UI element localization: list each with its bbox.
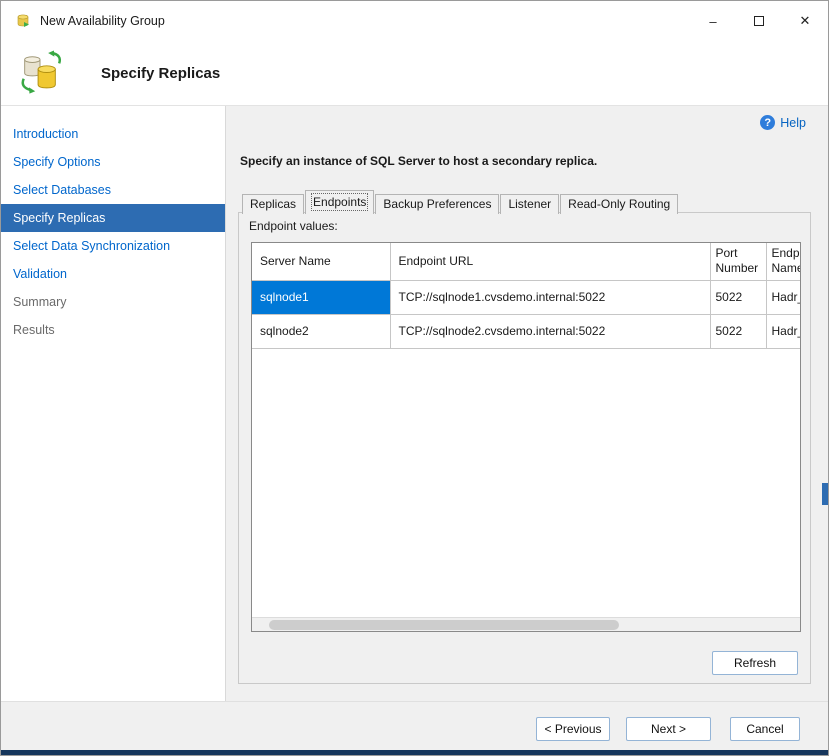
maximize-icon [754, 16, 764, 26]
cell-port-number[interactable]: 5022 [710, 314, 766, 348]
title-bar: New Availability Group – ✕ [1, 1, 828, 41]
sidebar-item-specify-replicas[interactable]: Specify Replicas [1, 204, 225, 232]
refresh-button[interactable]: Refresh [712, 651, 798, 675]
cell-endpoint-url[interactable]: TCP://sqlnode1.cvsdemo.internal:5022 [390, 280, 710, 314]
new-availability-group-window: New Availability Group – ✕ Specify Repli… [0, 0, 829, 756]
tab-read-only-routing[interactable]: Read-Only Routing [560, 194, 678, 214]
endpoints-tab-page: Endpoint values: Server Name Endpoint UR… [238, 212, 811, 684]
window-edge-accent [822, 483, 828, 505]
grid-header-row: Server Name Endpoint URL Port Number End… [252, 243, 801, 280]
table-row-sqlnode2[interactable]: sqlnode2 TCP://sqlnode2.cvsdemo.internal… [252, 314, 801, 348]
next-button[interactable]: Next > [626, 717, 711, 741]
close-button[interactable]: ✕ [782, 1, 828, 41]
previous-button[interactable]: < Previous [536, 717, 610, 741]
table-row-sqlnode1[interactable]: sqlnode1 TCP://sqlnode1.cvsdemo.internal… [252, 280, 801, 314]
column-header-server-name[interactable]: Server Name [252, 243, 390, 280]
availability-group-icon [17, 50, 63, 96]
sidebar-item-results: Results [1, 316, 225, 344]
tab-strip: Replicas Endpoints Backup Preferences Li… [242, 190, 679, 214]
wizard-header: Specify Replicas [1, 41, 828, 106]
window-bottom-border [1, 750, 828, 755]
minimize-icon: – [709, 14, 716, 29]
cell-server-name[interactable]: sqlnode2 [252, 314, 390, 348]
sidebar-item-specify-options[interactable]: Specify Options [1, 148, 225, 176]
cancel-button[interactable]: Cancel [730, 717, 800, 741]
help-icon: ? [760, 115, 775, 130]
page-title: Specify Replicas [101, 65, 220, 82]
horizontal-scrollbar[interactable] [252, 617, 800, 631]
tab-listener[interactable]: Listener [500, 194, 559, 214]
column-header-port-number[interactable]: Port Number [710, 243, 766, 280]
column-header-endpoint-url[interactable]: Endpoint URL [390, 243, 710, 280]
help-link[interactable]: ? Help [760, 115, 806, 130]
sidebar-item-introduction[interactable]: Introduction [1, 120, 225, 148]
tab-replicas[interactable]: Replicas [242, 194, 304, 214]
cell-endpoint-name[interactable]: Hadr_endpoint [766, 280, 801, 314]
cell-endpoint-url[interactable]: TCP://sqlnode2.cvsdemo.internal:5022 [390, 314, 710, 348]
cell-endpoint-name[interactable]: Hadr_endpoint [766, 314, 801, 348]
tab-backup-preferences[interactable]: Backup Preferences [375, 194, 499, 214]
app-icon [15, 13, 31, 29]
main-content: ? Help Specify an instance of SQL Server… [226, 106, 828, 701]
cell-server-name[interactable]: sqlnode1 [252, 280, 390, 314]
minimize-button[interactable]: – [690, 1, 736, 41]
sidebar-item-select-databases[interactable]: Select Databases [1, 176, 225, 204]
endpoint-values-label: Endpoint values: [249, 219, 338, 233]
tab-endpoints[interactable]: Endpoints [305, 190, 374, 214]
window-title: New Availability Group [40, 14, 165, 28]
sidebar-item-validation[interactable]: Validation [1, 260, 225, 288]
close-icon: ✕ [800, 13, 811, 29]
help-label: Help [780, 116, 806, 130]
maximize-button[interactable] [736, 1, 782, 41]
sidebar-item-summary: Summary [1, 288, 225, 316]
endpoints-grid: Server Name Endpoint URL Port Number End… [251, 242, 801, 632]
cell-port-number[interactable]: 5022 [710, 280, 766, 314]
column-header-endpoint-name[interactable]: Endpoint Name [766, 243, 801, 280]
scrollbar-thumb[interactable] [269, 620, 619, 630]
footer-bar: < Previous Next > Cancel [1, 701, 828, 756]
sidebar-item-select-data-sync[interactable]: Select Data Synchronization [1, 232, 225, 260]
wizard-steps-sidebar: Introduction Specify Options Select Data… [1, 106, 226, 701]
instruction-text: Specify an instance of SQL Server to hos… [240, 154, 597, 168]
